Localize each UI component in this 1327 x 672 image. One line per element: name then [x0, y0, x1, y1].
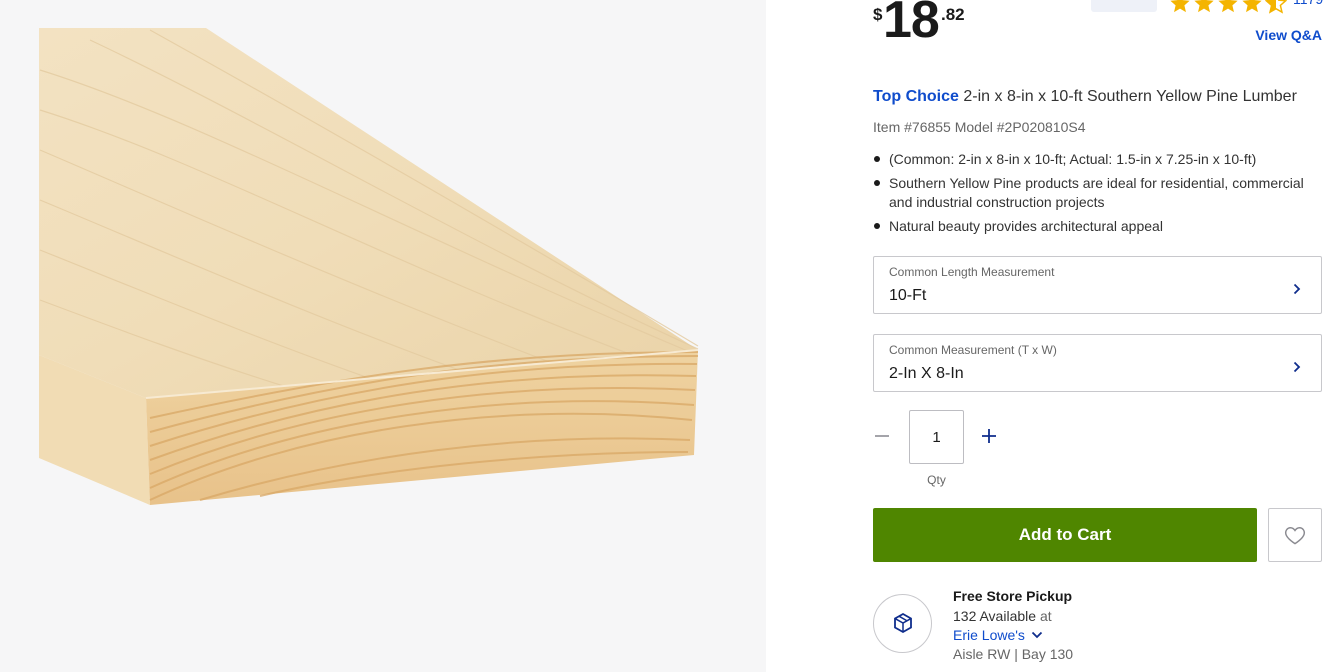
pickup-store-name: Erie Lowe's: [953, 627, 1025, 643]
chevron-right-icon: [1293, 361, 1301, 373]
add-to-cart-button[interactable]: Add to Cart: [873, 508, 1257, 562]
length-selector[interactable]: Common Length Measurement 10-Ft: [873, 256, 1322, 314]
qty-decrease-button[interactable]: [873, 425, 891, 447]
store-pickup-badge: [873, 594, 932, 653]
price-dollars: 18: [883, 0, 940, 49]
product-name: 2-in x 8-in x 10-ft Southern Yellow Pine…: [963, 88, 1297, 105]
pickup-availability: 132 Available at: [953, 608, 1052, 624]
product-brand[interactable]: Top Choice: [873, 88, 959, 105]
star-full-icon: [1218, 0, 1238, 13]
chevron-down-icon: [1031, 631, 1043, 639]
pickup-store-link[interactable]: Erie Lowe's: [953, 627, 1043, 643]
highlight-item: Natural beauty provides architectural ap…: [873, 217, 1322, 236]
rating[interactable]: 1179: [1091, 0, 1323, 16]
item-model-number: Item #76855 Model #2P020810S4: [873, 119, 1086, 135]
product-details: $ 18 .82 1179 View Q&A Top Choice 2-in x…: [873, 0, 1323, 672]
rating-badge: [1091, 0, 1157, 12]
rating-count[interactable]: 1179: [1293, 0, 1323, 7]
length-selector-value: 10-Ft: [889, 287, 927, 304]
price-currency: $: [873, 5, 883, 24]
heart-icon: [1284, 526, 1306, 545]
star-full-icon: [1242, 0, 1262, 13]
product-highlights: (Common: 2-in x 8-in x 10-ft; Actual: 1.…: [873, 150, 1322, 241]
wishlist-button[interactable]: [1268, 508, 1322, 562]
pickup-at-text: at: [1039, 608, 1052, 624]
view-qa-link[interactable]: View Q&A: [1255, 27, 1322, 43]
measurement-selector-value: 2-In X 8-In: [889, 365, 964, 382]
product-title: Top Choice 2-in x 8-in x 10-ft Southern …: [873, 88, 1297, 106]
highlight-item: Southern Yellow Pine products are ideal …: [873, 174, 1322, 212]
rating-stars: [1169, 0, 1287, 14]
measurement-selector-label: Common Measurement (T x W): [889, 343, 1057, 357]
qty-increase-button[interactable]: [980, 425, 998, 447]
length-selector-label: Common Length Measurement: [889, 265, 1055, 279]
quantity-input[interactable]: [909, 410, 964, 464]
measurement-selector[interactable]: Common Measurement (T x W) 2-In X 8-In: [873, 334, 1322, 392]
star-full-icon: [1170, 0, 1190, 13]
lumber-board-image: [39, 28, 699, 505]
store-pickup-icon: [894, 612, 912, 634]
chevron-right-icon: [1293, 283, 1301, 295]
pickup-available-count: 132 Available: [953, 608, 1037, 624]
quantity-label: Qty: [927, 473, 946, 487]
price-cents: .82: [941, 5, 965, 24]
pickup-title: Free Store Pickup: [953, 588, 1073, 604]
product-image-panel: [0, 0, 766, 672]
pickup-aisle-location: Aisle RW | Bay 130: [953, 646, 1074, 662]
highlight-item: (Common: 2-in x 8-in x 10-ft; Actual: 1.…: [873, 150, 1322, 169]
star-full-icon: [1194, 0, 1214, 13]
star-half-icon: [1265, 0, 1287, 14]
